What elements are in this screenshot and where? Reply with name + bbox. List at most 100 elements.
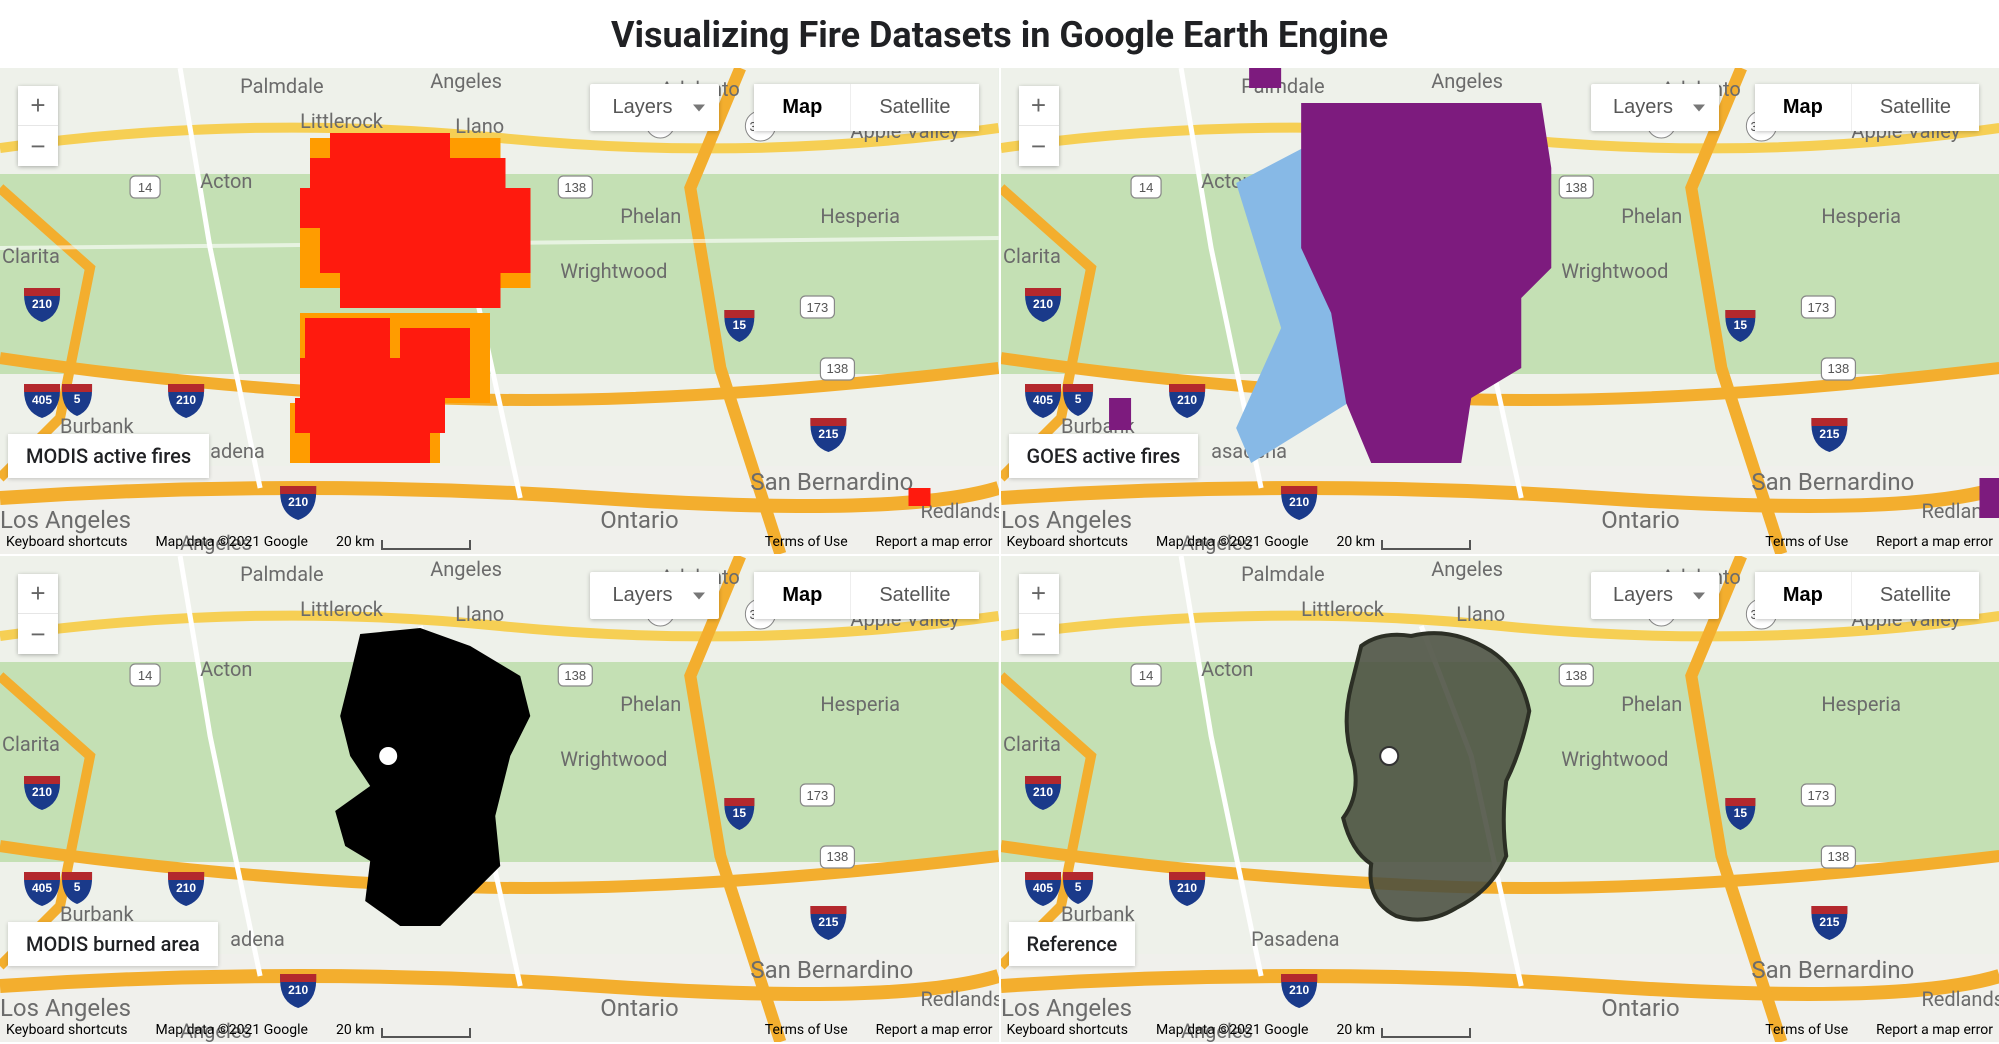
- map-data-text: Map data ©2021 Google: [1156, 534, 1309, 550]
- svg-text:405: 405: [1033, 881, 1053, 895]
- scale-label: 20 km: [336, 534, 375, 550]
- svg-text:173: 173: [1807, 300, 1829, 315]
- scale-bar-icon: [381, 540, 471, 550]
- terms-link[interactable]: Terms of Use: [1765, 1022, 1848, 1038]
- svg-text:Clarita: Clarita: [2, 732, 60, 756]
- svg-text:Littlerock: Littlerock: [300, 109, 384, 133]
- zoom-in-button[interactable]: +: [1019, 86, 1059, 126]
- satellite-button[interactable]: Satellite: [851, 84, 978, 131]
- terms-link[interactable]: Terms of Use: [1765, 534, 1848, 550]
- svg-text:138: 138: [564, 180, 586, 195]
- svg-text:14: 14: [138, 180, 152, 195]
- zoom-in-button[interactable]: +: [18, 86, 58, 126]
- svg-text:210: 210: [32, 785, 52, 799]
- map-button[interactable]: Map: [1755, 84, 1852, 131]
- keyboard-shortcuts-link[interactable]: Keyboard shortcuts: [1007, 1022, 1128, 1038]
- svg-text:Acton: Acton: [1201, 657, 1253, 681]
- zoom-control: + −: [1019, 86, 1059, 166]
- svg-text:215: 215: [1819, 915, 1839, 929]
- basemap[interactable]: Palmdale Angeles Adelanto Littlerock Lla…: [1001, 556, 1999, 1042]
- svg-text:5: 5: [1074, 880, 1081, 894]
- map-panel-goes-active[interactable]: Palmdale Angeles Adelanto Littlerock Lla…: [1001, 68, 1999, 554]
- report-error-link[interactable]: Report a map error: [876, 534, 993, 550]
- layers-button[interactable]: Layers: [590, 84, 718, 131]
- svg-text:14: 14: [1138, 180, 1152, 195]
- svg-text:Los Angeles: Los Angeles: [1001, 994, 1132, 1022]
- page-title: Visualizing Fire Datasets in Google Eart…: [0, 0, 1999, 68]
- satellite-button[interactable]: Satellite: [1852, 84, 1979, 131]
- scale-control: 20 km: [1336, 534, 1471, 550]
- map-panel-modis-burned[interactable]: Palmdale Angeles Adelanto Littlerock Lla…: [0, 556, 999, 1042]
- svg-text:Clarita: Clarita: [1003, 244, 1061, 268]
- satellite-button[interactable]: Satellite: [851, 572, 978, 619]
- zoom-in-button[interactable]: +: [1019, 574, 1059, 614]
- svg-text:San Bernardino: San Bernardino: [1751, 956, 1914, 984]
- scale-bar-icon: [1381, 1028, 1471, 1038]
- svg-text:15: 15: [1733, 806, 1747, 820]
- svg-text:210: 210: [288, 983, 308, 997]
- svg-text:5: 5: [1074, 392, 1081, 406]
- svg-text:15: 15: [733, 318, 747, 332]
- svg-text:Angeles: Angeles: [430, 69, 502, 93]
- svg-text:Palmdale: Palmdale: [240, 562, 323, 586]
- maptype-toggle: Map Satellite: [1755, 572, 1979, 619]
- svg-text:210: 210: [1177, 393, 1197, 407]
- svg-text:Llano: Llano: [455, 602, 504, 626]
- svg-text:Clarita: Clarita: [1003, 732, 1061, 756]
- svg-text:Littlerock: Littlerock: [1301, 597, 1385, 621]
- svg-text:Phelan: Phelan: [620, 204, 681, 228]
- zoom-out-button[interactable]: −: [1019, 126, 1059, 166]
- svg-text:San Bernardino: San Bernardino: [750, 956, 913, 984]
- report-error-link[interactable]: Report a map error: [876, 1022, 993, 1038]
- basemap[interactable]: Palmdale Angeles Adelanto Littlerock Lla…: [0, 556, 999, 1042]
- svg-text:5: 5: [74, 880, 81, 894]
- panel-label: Reference: [1009, 922, 1136, 966]
- keyboard-shortcuts-link[interactable]: Keyboard shortcuts: [6, 534, 127, 550]
- svg-text:Wrightwood: Wrightwood: [560, 259, 667, 283]
- basemap[interactable]: Palmdale Angeles Adelanto Littlerock Lla…: [0, 68, 999, 554]
- zoom-out-button[interactable]: −: [18, 614, 58, 654]
- svg-text:San Bernardino: San Bernardino: [1751, 468, 1914, 496]
- svg-text:Acton: Acton: [200, 169, 252, 193]
- panel-label: MODIS burned area: [8, 922, 218, 966]
- svg-text:Llano: Llano: [1456, 114, 1505, 138]
- keyboard-shortcuts-link[interactable]: Keyboard shortcuts: [6, 1022, 127, 1038]
- svg-text:138: 138: [1565, 180, 1587, 195]
- map-button[interactable]: Map: [754, 84, 851, 131]
- basemap[interactable]: Palmdale Angeles Adelanto Littlerock Lla…: [1001, 68, 1999, 554]
- layers-button[interactable]: Layers: [1591, 572, 1719, 619]
- attribution-bar: Keyboard shortcuts Map data ©2021 Google…: [0, 1022, 999, 1038]
- map-panel-modis-active[interactable]: Palmdale Angeles Adelanto Littlerock Lla…: [0, 68, 999, 554]
- zoom-out-button[interactable]: −: [18, 126, 58, 166]
- svg-text:Littlerock: Littlerock: [1301, 109, 1385, 133]
- layers-button[interactable]: Layers: [1591, 84, 1719, 131]
- svg-text:210: 210: [32, 297, 52, 311]
- map-panel-reference[interactable]: Palmdale Angeles Adelanto Littlerock Lla…: [1001, 556, 1999, 1042]
- report-error-link[interactable]: Report a map error: [1876, 534, 1993, 550]
- panel-label: GOES active fires: [1009, 434, 1199, 478]
- keyboard-shortcuts-link[interactable]: Keyboard shortcuts: [1007, 534, 1128, 550]
- report-error-link[interactable]: Report a map error: [1876, 1022, 1993, 1038]
- layers-button[interactable]: Layers: [590, 572, 718, 619]
- svg-text:Ontario: Ontario: [600, 994, 678, 1022]
- svg-text:210: 210: [1177, 881, 1197, 895]
- svg-text:Hesperia: Hesperia: [1821, 204, 1901, 228]
- svg-text:Redlands: Redlands: [920, 987, 998, 1011]
- svg-text:138: 138: [827, 361, 849, 376]
- satellite-button[interactable]: Satellite: [1852, 572, 1979, 619]
- zoom-control: + −: [18, 86, 58, 166]
- svg-text:5: 5: [74, 392, 81, 406]
- zoom-out-button[interactable]: −: [1019, 614, 1059, 654]
- terms-link[interactable]: Terms of Use: [765, 1022, 848, 1038]
- map-grid: Palmdale Angeles Adelanto Littlerock Lla…: [0, 68, 1999, 1042]
- svg-text:Redlands: Redlands: [1921, 987, 1999, 1011]
- svg-text:Angeles: Angeles: [1431, 557, 1503, 581]
- map-button[interactable]: Map: [1755, 572, 1852, 619]
- svg-text:210: 210: [1289, 983, 1309, 997]
- svg-text:Llano: Llano: [455, 114, 504, 138]
- svg-text:Acton: Acton: [200, 657, 252, 681]
- zoom-in-button[interactable]: +: [18, 574, 58, 614]
- map-button[interactable]: Map: [754, 572, 851, 619]
- terms-link[interactable]: Terms of Use: [765, 534, 848, 550]
- svg-text:15: 15: [1733, 318, 1747, 332]
